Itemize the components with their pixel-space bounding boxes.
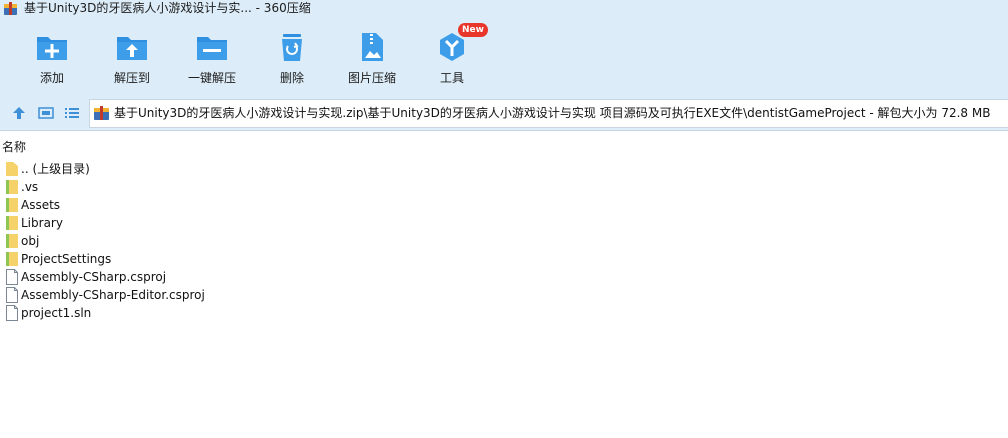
address-path: 基于Unity3D的牙医病人小游戏设计与实现.zip\基于Unity3D的牙医病… xyxy=(114,106,991,120)
list-item[interactable]: ProjectSettings xyxy=(0,250,1008,268)
list-item[interactable]: Assembly-CSharp-Editor.csproj xyxy=(0,286,1008,304)
extract-to-icon xyxy=(117,37,147,60)
delete-icon xyxy=(282,34,302,61)
extract-to-button[interactable]: 解压到 xyxy=(87,17,177,97)
file-icon xyxy=(6,269,18,285)
folder-icon xyxy=(6,252,18,266)
navigation-bar: 基于Unity3D的牙医病人小游戏设计与实现.zip\基于Unity3D的牙医病… xyxy=(0,97,1008,130)
list-item[interactable]: project1.sln xyxy=(0,304,1008,322)
delete-label: 删除 xyxy=(279,71,304,85)
folder-icon xyxy=(6,180,18,194)
window-title: 基于Unity3D的牙医病人小游戏设计与实... - 360压缩 xyxy=(24,1,311,15)
list-view-icon[interactable] xyxy=(64,105,80,121)
tools-button[interactable]: New 工具 xyxy=(407,17,497,97)
up-level-icon[interactable] xyxy=(11,105,27,121)
toolbar: 添加 解压到 一键解压 删除 图片压缩 New 工具 xyxy=(0,17,1008,97)
file-rows: .. (上级目录) .vs Assets Library obj Project… xyxy=(0,160,1008,322)
one-click-extract-icon xyxy=(197,37,227,60)
add-icon xyxy=(37,37,67,60)
list-item[interactable]: .vs xyxy=(0,178,1008,196)
app-logo-icon xyxy=(4,2,17,15)
folder-icon xyxy=(6,234,18,248)
list-item[interactable]: Assets xyxy=(0,196,1008,214)
thumbnail-view-icon[interactable] xyxy=(38,105,54,121)
file-name: project1.sln xyxy=(21,306,92,320)
image-compress-label: 图片压缩 xyxy=(347,71,396,85)
folder-icon xyxy=(6,162,18,176)
extract-to-label: 解压到 xyxy=(113,71,150,85)
folder-icon xyxy=(6,198,18,212)
file-name: .. (上级目录) xyxy=(21,162,90,176)
file-name: obj xyxy=(21,234,40,248)
file-name: Assembly-CSharp.csproj xyxy=(21,270,167,284)
tools-label: 工具 xyxy=(439,71,464,85)
image-compress-icon xyxy=(362,33,383,61)
file-name: Assembly-CSharp-Editor.csproj xyxy=(21,288,205,302)
file-icon xyxy=(6,287,18,303)
new-badge: New xyxy=(458,23,488,37)
list-item[interactable]: obj xyxy=(0,232,1008,250)
file-name: .vs xyxy=(21,180,39,194)
file-list: 名称 .. (上级目录) .vs Assets Library obj Proj… xyxy=(0,131,1008,438)
image-compress-button[interactable]: 图片压缩 xyxy=(327,17,417,97)
list-item-parent-dir[interactable]: .. (上级目录) xyxy=(0,160,1008,178)
file-icon xyxy=(6,305,18,321)
file-name: ProjectSettings xyxy=(21,252,112,266)
list-item[interactable]: Assembly-CSharp.csproj xyxy=(0,268,1008,286)
folder-icon xyxy=(6,216,18,230)
add-label: 添加 xyxy=(39,71,64,85)
column-header-name[interactable]: 名称 xyxy=(2,138,26,155)
one-click-extract-label: 一键解压 xyxy=(187,71,236,85)
file-name: Library xyxy=(21,216,63,230)
zip-archive-icon xyxy=(94,106,109,120)
delete-button[interactable]: 删除 xyxy=(247,17,337,97)
list-item[interactable]: Library xyxy=(0,214,1008,232)
add-button[interactable]: 添加 xyxy=(7,17,97,97)
title-bar: 基于Unity3D的牙医病人小游戏设计与实... - 360压缩 xyxy=(0,0,1008,17)
one-click-extract-button[interactable]: 一键解压 xyxy=(167,17,257,97)
address-bar[interactable]: 基于Unity3D的牙医病人小游戏设计与实现.zip\基于Unity3D的牙医病… xyxy=(89,99,1008,128)
file-name: Assets xyxy=(21,198,61,212)
